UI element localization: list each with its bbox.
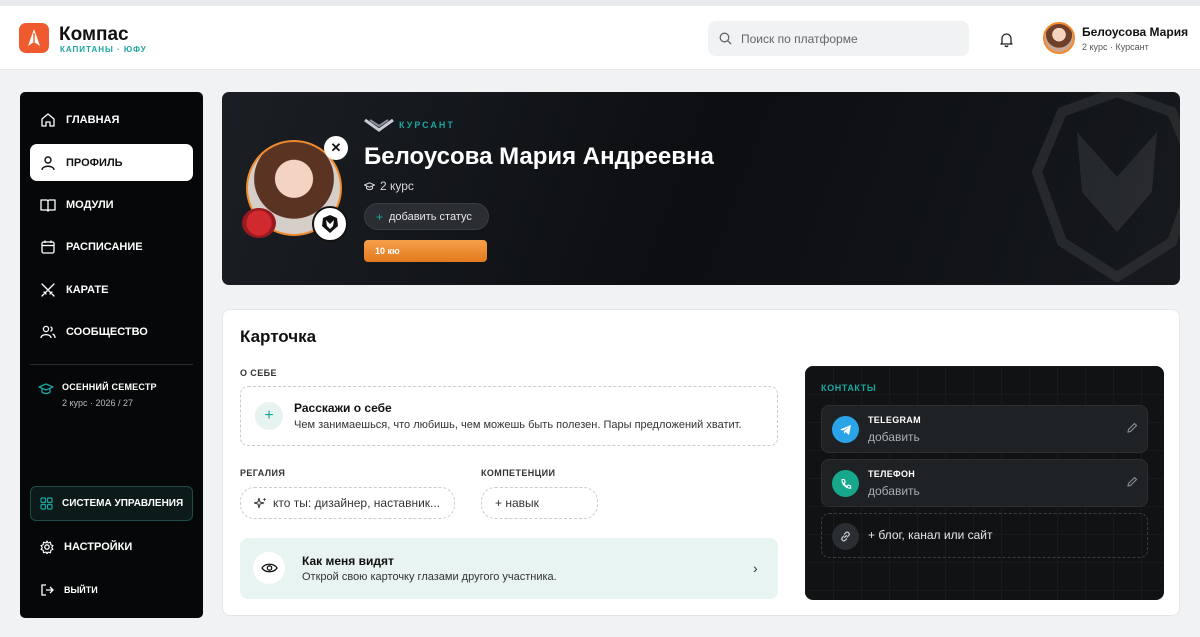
sidebar-divider	[30, 364, 193, 365]
system-management-label: СИСТЕМА УПРАВЛЕНИЯ	[62, 498, 184, 509]
sidebar: ГЛАВНАЯ ПРОФИЛЬ МОДУЛИ РАСПИСАНИЕ КАРАТЕ…	[20, 92, 203, 618]
search-box[interactable]	[708, 21, 969, 56]
user-icon	[41, 155, 55, 170]
home-icon	[41, 112, 55, 127]
header-user-name[interactable]: Белоусова Мария	[1082, 25, 1188, 39]
bell-icon[interactable]	[998, 31, 1015, 48]
about-label: О СЕБЕ	[240, 368, 277, 378]
add-link-label: + блог, канал или сайт	[868, 528, 993, 542]
semester-title: ОСЕННИЙ СЕМЕСТР	[62, 382, 157, 392]
graduation-cap-icon	[364, 181, 375, 190]
chevron-right-icon: ›	[753, 560, 758, 576]
sidebar-item-home[interactable]: ГЛАВНАЯ	[30, 101, 193, 138]
sidebar-item-schedule[interactable]: РАСПИСАНИЕ	[30, 228, 193, 265]
sidebar-item-label: СООБЩЕСТВО	[66, 325, 148, 338]
rank-label: КУРСАНТ	[399, 120, 455, 130]
eye-icon	[253, 552, 285, 584]
seen-subtitle: Открой свою карточку глазами другого уча…	[302, 571, 557, 583]
about-title: Расскажи о себе	[294, 401, 392, 415]
calendar-icon	[41, 240, 55, 254]
sidebar-item-label: РАСПИСАНИЕ	[66, 240, 143, 253]
telegram-value: добавить	[868, 430, 920, 444]
rank-chevron-icon	[364, 118, 394, 132]
telegram-icon	[832, 416, 859, 443]
profile-card: Карточка О СЕБЕ + Расскажи о себе Чем за…	[222, 309, 1180, 616]
header-user-subtitle: 2 курс · Курсант	[1082, 42, 1149, 52]
add-skill-button[interactable]: + навык	[481, 487, 598, 519]
wolf-badge-icon	[312, 206, 348, 242]
sidebar-item-logout[interactable]: ВЫЙТИ	[30, 571, 193, 608]
how-others-see-me-link[interactable]: Как меня видят Открой свою карточку глаз…	[240, 538, 778, 599]
about-subtitle: Чем занимаешься, что любишь, чем можешь …	[294, 419, 742, 431]
about-me-field[interactable]: + Расскажи о себе Чем занимаешься, что л…	[240, 386, 778, 446]
seal-badge	[242, 208, 276, 238]
phone-icon	[832, 470, 859, 497]
seen-title: Как меня видят	[302, 554, 394, 568]
profile-course: 2 курс	[364, 179, 414, 193]
kyu-label: 10 кю	[375, 246, 400, 256]
regalia-label: РЕГАЛИЯ	[240, 468, 286, 478]
profile-full-name: Белоусова Мария Андреевна	[364, 143, 714, 170]
search-input[interactable]	[741, 31, 951, 46]
sidebar-item-label: КАРАТЕ	[66, 283, 109, 296]
link-icon	[832, 523, 859, 550]
add-link-row[interactable]: + блог, канал или сайт	[821, 513, 1148, 558]
competencies-label: КОМПЕТЕНЦИИ	[481, 468, 556, 478]
course-text: 2 курс	[380, 179, 414, 193]
settings-label: НАСТРОЙКИ	[64, 540, 133, 553]
edit-icon[interactable]	[1126, 422, 1138, 434]
logo[interactable]	[19, 23, 49, 53]
add-status-label: добавить статус	[389, 210, 472, 223]
crossed-swords-icon	[41, 282, 55, 297]
system-management-button[interactable]: СИСТЕМА УПРАВЛЕНИЯ	[30, 486, 193, 521]
logout-label: ВЫЙТИ	[64, 584, 98, 595]
regalia-input[interactable]: кто ты: дизайнер, наставник...	[240, 487, 455, 519]
profile-hero: ✕ КУРСАНТ Белоусова Мария Андреевна 2 ку…	[222, 92, 1180, 285]
sidebar-item-modules[interactable]: МОДУЛИ	[30, 186, 193, 223]
gear-icon	[40, 539, 54, 554]
wolf-watermark-icon	[1031, 92, 1180, 282]
book-icon	[40, 198, 56, 212]
people-icon	[40, 325, 56, 338]
grid-icon	[40, 497, 53, 510]
search-icon	[719, 32, 732, 45]
close-icon[interactable]: ✕	[324, 136, 348, 160]
kyu-progress-bar: 10 кю	[364, 240, 487, 262]
sidebar-item-community[interactable]: СООБЩЕСТВО	[30, 313, 193, 350]
phone-value: добавить	[868, 484, 920, 498]
plus-icon: +	[376, 209, 384, 224]
telegram-contact-row[interactable]: TELEGRAM добавить	[821, 405, 1148, 453]
sidebar-item-label: ГЛАВНАЯ	[66, 113, 120, 126]
graduation-cap-icon	[38, 383, 54, 395]
sidebar-item-settings[interactable]: НАСТРОЙКИ	[30, 528, 193, 565]
contacts-panel: КОНТАКТЫ TELEGRAM добавить ТЕЛЕФОН добав…	[805, 366, 1164, 600]
sparkle-icon	[254, 497, 267, 508]
card-title: Карточка	[240, 327, 317, 346]
semester-info: ОСЕННИЙ СЕМЕСТР 2 курс · 2026 / 27	[38, 382, 157, 408]
add-status-button[interactable]: + добавить статус	[364, 203, 489, 230]
edit-icon[interactable]	[1126, 476, 1138, 488]
sidebar-item-label: МОДУЛИ	[66, 198, 114, 211]
top-header: Компас КАПИТАНЫ · ЮФУ Белоусова Мария 2 …	[0, 6, 1200, 70]
phone-contact-row[interactable]: ТЕЛЕФОН добавить	[821, 459, 1148, 507]
sidebar-item-label: ПРОФИЛЬ	[66, 156, 123, 169]
phone-title: ТЕЛЕФОН	[868, 469, 916, 479]
sidebar-item-karate[interactable]: КАРАТЕ	[30, 271, 193, 308]
brand-subtitle: КАПИТАНЫ · ЮФУ	[60, 45, 147, 54]
semester-subtitle: 2 курс · 2026 / 27	[62, 398, 133, 408]
logout-icon	[41, 583, 54, 596]
contacts-label: КОНТАКТЫ	[821, 383, 877, 393]
add-skill-label: + навык	[495, 496, 539, 510]
telegram-title: TELEGRAM	[868, 415, 921, 425]
sidebar-item-profile[interactable]: ПРОФИЛЬ	[30, 144, 193, 181]
brand-name: Компас	[59, 24, 129, 45]
regalia-placeholder: кто ты: дизайнер, наставник...	[273, 496, 441, 510]
header-avatar[interactable]	[1043, 22, 1075, 54]
plus-icon: +	[255, 402, 283, 430]
logo-icon	[28, 29, 40, 46]
